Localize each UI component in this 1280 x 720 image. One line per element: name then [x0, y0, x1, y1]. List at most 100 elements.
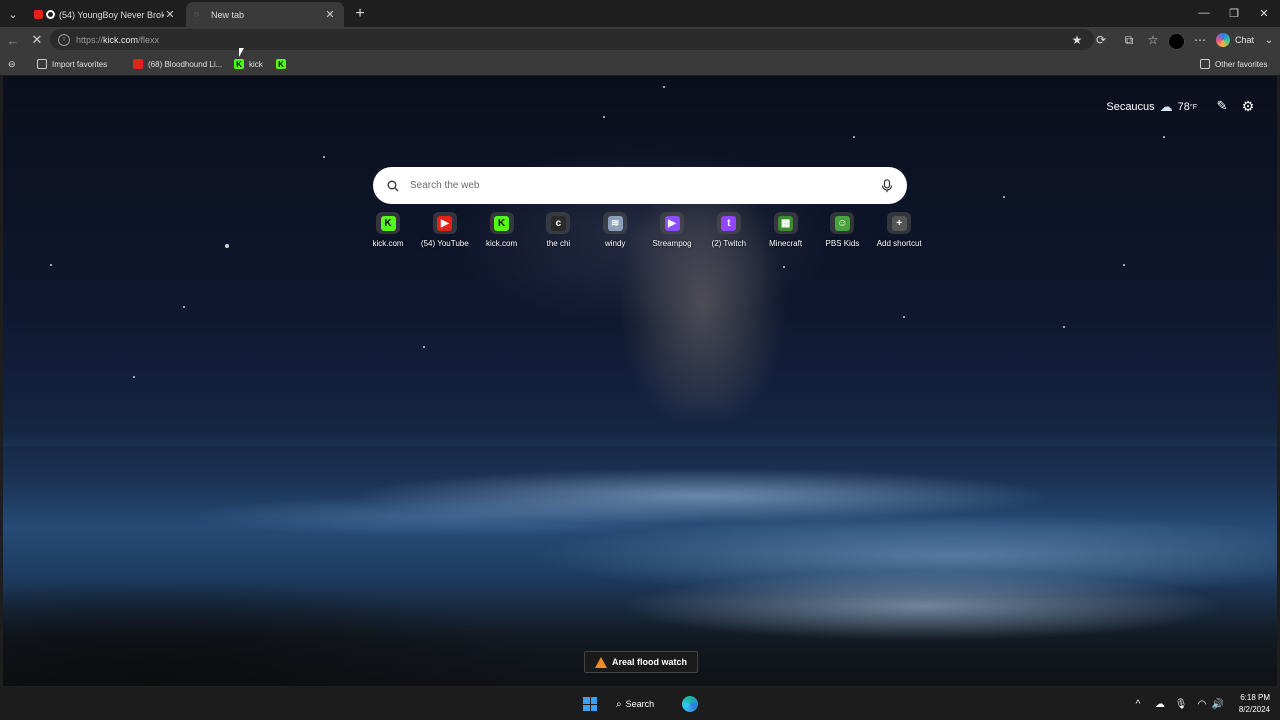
warning-icon	[594, 656, 607, 668]
taskbar: ⌕ Search ^ ☁ 🎙 ◠ 🔊 6:18 PM 8/2/2024	[0, 688, 1280, 720]
web-search-box[interactable]: Search the web	[373, 167, 907, 204]
address-bar[interactable]: i https://kick.com/flexx	[50, 29, 1094, 50]
shortcut-tile: ☺	[830, 212, 855, 234]
plus-icon: +	[891, 215, 907, 231]
youtube-icon	[34, 10, 43, 19]
shortcut-windy[interactable]: ≋ windy	[587, 212, 643, 248]
favorites-icon[interactable]: ☆	[1144, 31, 1162, 49]
tab-title: (54) YoungBoy Never Broke Ag	[59, 9, 164, 20]
shortcut-tile: ▶	[432, 212, 457, 234]
favorites-bar: ⊖ Import favorites (68) Bloodhound Li...…	[0, 53, 1280, 75]
kick-icon: K	[494, 215, 510, 231]
shortcut-twitch[interactable]: t (2) Twitch	[701, 212, 757, 248]
taskbar-search[interactable]: ⌕ Search	[616, 696, 672, 712]
search-icon: ⌕	[616, 698, 622, 710]
onedrive-cloud-icon[interactable]: ☁	[1153, 697, 1167, 711]
close-tab-icon[interactable]: ✕	[164, 8, 176, 21]
close-window-button[interactable]: ✕	[1253, 4, 1275, 22]
shortcut-tile: +	[887, 212, 912, 234]
pbs-kids-icon: ☺	[834, 215, 850, 231]
minimize-button[interactable]: —	[1193, 4, 1215, 22]
shortcut-pbs-kids[interactable]: ☺ PBS Kids	[814, 212, 870, 248]
twitch-icon: t	[721, 215, 737, 231]
weather-temp: 78	[1177, 101, 1190, 113]
shortcut-kick[interactable]: Kkick.com	[474, 212, 530, 248]
shortcut-kick[interactable]: Kkick.com	[360, 212, 416, 248]
gear-icon[interactable]: ⚙	[1239, 97, 1257, 115]
shortcut-label: the chi	[546, 239, 571, 248]
microphone-icon[interactable]	[881, 178, 893, 193]
loading-icon: ◌	[194, 10, 199, 19]
favorite-bloodhound[interactable]: (68) Bloodhound Li...	[133, 56, 222, 72]
back-arrow-icon[interactable]: ←	[4, 31, 22, 49]
streampog-icon: ▶	[664, 215, 680, 231]
favorite-label: kick	[249, 59, 263, 69]
shortcut-tile: t	[716, 212, 741, 234]
the-chi-icon: c	[550, 215, 566, 231]
favorite-import[interactable]: Import favorites	[37, 56, 107, 72]
tab-youtube[interactable]: (54) YoungBoy Never Broke Ag ✕	[26, 2, 184, 27]
split-screen-icon[interactable]: ⧉	[1120, 31, 1138, 49]
shortcut-label: Add shortcut	[876, 239, 922, 248]
new-tab-page: Secaucus ☁ 78 °F ✎ ⚙ Search the web Kkick…	[3, 76, 1277, 686]
shortcut-label: PBS Kids	[825, 239, 860, 248]
shortcut-streampog[interactable]: ▶ Streampog	[644, 212, 700, 248]
minecraft-icon: ▦	[778, 215, 794, 231]
clock-date: 8/2/2024	[1238, 705, 1270, 714]
shortcut-label: Minecraft	[769, 239, 803, 248]
weather-alert[interactable]: Areal flood watch	[584, 651, 698, 673]
favorite-star-icon[interactable]: ★	[1068, 31, 1086, 49]
youtube-icon	[133, 59, 143, 69]
tab-strip: ⌄ (54) YoungBoy Never Broke Ag ✕ ◌ New t…	[0, 0, 1280, 27]
tab-new-tab[interactable]: ◌ New tab ✕	[186, 2, 344, 27]
microphone-icon[interactable]: 🎙	[1174, 697, 1188, 711]
shortcut-youtube[interactable]: ▶ (54) YouTube	[417, 212, 473, 248]
shortcut-tile: ≋	[603, 212, 628, 234]
folder-icon	[1200, 59, 1210, 69]
search-icon	[387, 180, 399, 191]
shortcut-label: (54) YouTube	[420, 239, 469, 248]
weather-city: Secaucus	[1106, 101, 1155, 113]
favorite-kick-2[interactable]: K	[276, 56, 291, 72]
shortcut-minecraft[interactable]: ▦ Minecraft	[758, 212, 814, 248]
search-input[interactable]: Search the web	[410, 180, 881, 191]
windy-icon: ≋	[607, 215, 623, 231]
chevron-down-icon[interactable]: ⌄	[1260, 31, 1278, 49]
weather-unit: °F	[1189, 103, 1197, 111]
favorite-label: (68) Bloodhound Li...	[148, 59, 223, 69]
restore-button[interactable]: ❐	[1223, 4, 1245, 22]
site-info-icon[interactable]: i	[58, 33, 70, 46]
copilot-chat-button[interactable]: Chat	[1216, 31, 1254, 49]
windows-start-icon[interactable]	[583, 697, 597, 711]
taskbar-search-label: Search	[625, 699, 655, 709]
edge-browser-icon[interactable]	[682, 696, 698, 712]
alert-text: Areal flood watch	[611, 657, 687, 667]
other-favorites-label: Other favorites	[1215, 59, 1268, 69]
kick-icon: K	[380, 215, 396, 231]
shortcut-label: kick.com	[372, 239, 404, 248]
shortcut-tile: K	[376, 212, 400, 234]
other-favorites[interactable]: Other favorites	[1200, 56, 1267, 72]
stop-loading-icon[interactable]: ✕	[28, 31, 46, 49]
volume-icon[interactable]: 🔊	[1211, 697, 1225, 711]
shortcut-plus[interactable]: + Add shortcut	[871, 212, 927, 248]
copilot-icon	[1216, 33, 1230, 47]
tab-actions-chevron-icon[interactable]: ⌄	[4, 5, 22, 23]
shortcut-tile: K	[489, 212, 514, 234]
extensions-icon[interactable]: ⟳	[1092, 31, 1110, 49]
collections-icon[interactable]: ⊖	[8, 56, 16, 72]
shortcut-label: (2) Twitch	[711, 239, 747, 248]
favorite-kick[interactable]: K kick	[234, 56, 263, 72]
profile-avatar[interactable]	[1168, 33, 1185, 50]
more-menu-icon[interactable]: ⋯	[1191, 31, 1209, 49]
wifi-icon[interactable]: ◠	[1195, 697, 1209, 711]
close-tab-icon[interactable]: ✕	[324, 8, 336, 21]
new-tab-button[interactable]: +	[351, 5, 369, 23]
cloud-icon: ☁	[1159, 99, 1173, 114]
shortcut-the-chi[interactable]: c the chi	[530, 212, 586, 248]
edit-pen-icon[interactable]: ✎	[1213, 97, 1231, 115]
chevron-up-icon[interactable]: ^	[1131, 697, 1145, 711]
shortcut-label: kick.com	[486, 239, 518, 248]
system-clock[interactable]: 6:18 PM 8/2/2024	[1230, 692, 1270, 716]
weather-widget[interactable]: Secaucus ☁ 78 °F	[1106, 99, 1197, 115]
